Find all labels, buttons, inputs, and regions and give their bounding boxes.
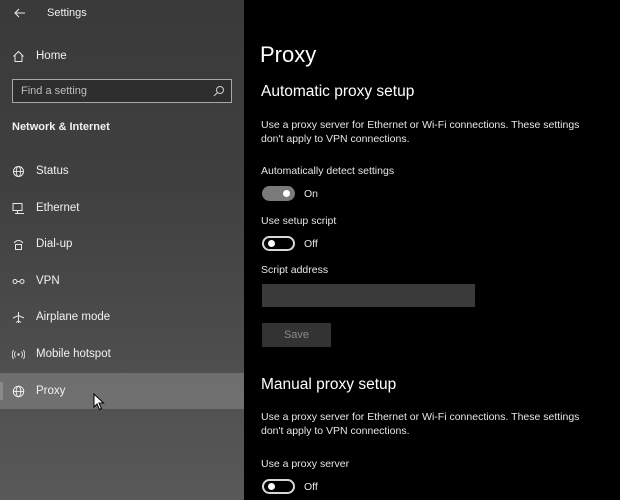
vpn-icon xyxy=(11,274,25,288)
globe-icon xyxy=(11,384,25,398)
sidebar-item-label: Ethernet xyxy=(36,202,80,214)
ethernet-icon xyxy=(11,201,25,215)
sidebar-item-airplane-mode[interactable]: Airplane mode xyxy=(0,299,244,335)
app-title: Settings xyxy=(47,7,87,19)
mouse-cursor-icon xyxy=(93,393,105,411)
auto-detect-label: Automatically detect settings xyxy=(261,165,395,177)
sidebar-section-heading: Network & Internet xyxy=(12,121,110,133)
sidebar-item-ethernet[interactable]: Ethernet xyxy=(0,190,244,226)
auto-detect-state: On xyxy=(304,188,319,200)
script-address-input[interactable] xyxy=(262,284,475,307)
sidebar-item-dial-up[interactable]: Dial-up xyxy=(0,226,244,262)
sidebar-item-label: Mobile hotspot xyxy=(36,348,111,360)
search-placeholder: Find a setting xyxy=(21,85,88,97)
setup-script-label: Use setup script xyxy=(261,215,337,227)
hotspot-icon xyxy=(11,347,25,361)
search-icon[interactable] xyxy=(213,85,225,97)
script-address-label: Script address xyxy=(261,264,329,276)
title-bar: Settings xyxy=(0,0,244,28)
search-input[interactable]: Find a setting xyxy=(12,79,232,103)
use-proxy-state: Off xyxy=(304,481,318,493)
use-proxy-toggle[interactable] xyxy=(262,479,295,494)
home-icon xyxy=(11,49,25,63)
use-proxy-label: Use a proxy server xyxy=(261,458,350,470)
toggle-knob xyxy=(268,483,275,490)
sidebar-item-label: Dial-up xyxy=(36,238,73,250)
sidebar: Settings Home Find a setting Network & I… xyxy=(0,0,244,500)
sidebar-item-label: VPN xyxy=(36,275,60,287)
manual-proxy-description: Use a proxy server for Ethernet or Wi-Fi… xyxy=(261,411,580,437)
page-title: Proxy xyxy=(260,42,317,67)
sidebar-item-vpn[interactable]: VPN xyxy=(0,263,244,299)
save-button[interactable]: Save xyxy=(262,323,331,347)
manual-proxy-heading: Manual proxy setup xyxy=(261,376,397,393)
toggle-knob xyxy=(268,240,275,247)
back-button[interactable] xyxy=(10,4,30,22)
automatic-proxy-description: Use a proxy server for Ethernet or Wi-Fi… xyxy=(261,119,580,145)
setup-script-toggle[interactable] xyxy=(262,236,295,251)
setup-script-state: Off xyxy=(304,238,318,250)
dialup-icon xyxy=(11,237,25,251)
auto-detect-toggle[interactable] xyxy=(262,186,295,201)
selection-indicator xyxy=(0,382,3,400)
automatic-proxy-heading: Automatic proxy setup xyxy=(261,83,415,100)
sidebar-item-label: Airplane mode xyxy=(36,311,111,323)
airplane-icon xyxy=(11,310,25,324)
sidebar-item-mobile-hotspot[interactable]: Mobile hotspot xyxy=(0,336,244,372)
toggle-knob xyxy=(283,190,290,197)
sidebar-item-status[interactable]: Status xyxy=(0,153,244,189)
sidebar-item-home[interactable]: Home xyxy=(0,42,244,70)
main-panel: Proxy Automatic proxy setup Use a proxy … xyxy=(244,0,620,500)
sidebar-item-label: Status xyxy=(36,165,69,177)
sidebar-item-label: Proxy xyxy=(36,385,66,397)
back-arrow-icon xyxy=(14,8,25,18)
sidebar-item-label: Home xyxy=(36,50,67,62)
globe-status-icon xyxy=(11,164,25,178)
sidebar-item-proxy[interactable]: Proxy xyxy=(0,373,244,409)
